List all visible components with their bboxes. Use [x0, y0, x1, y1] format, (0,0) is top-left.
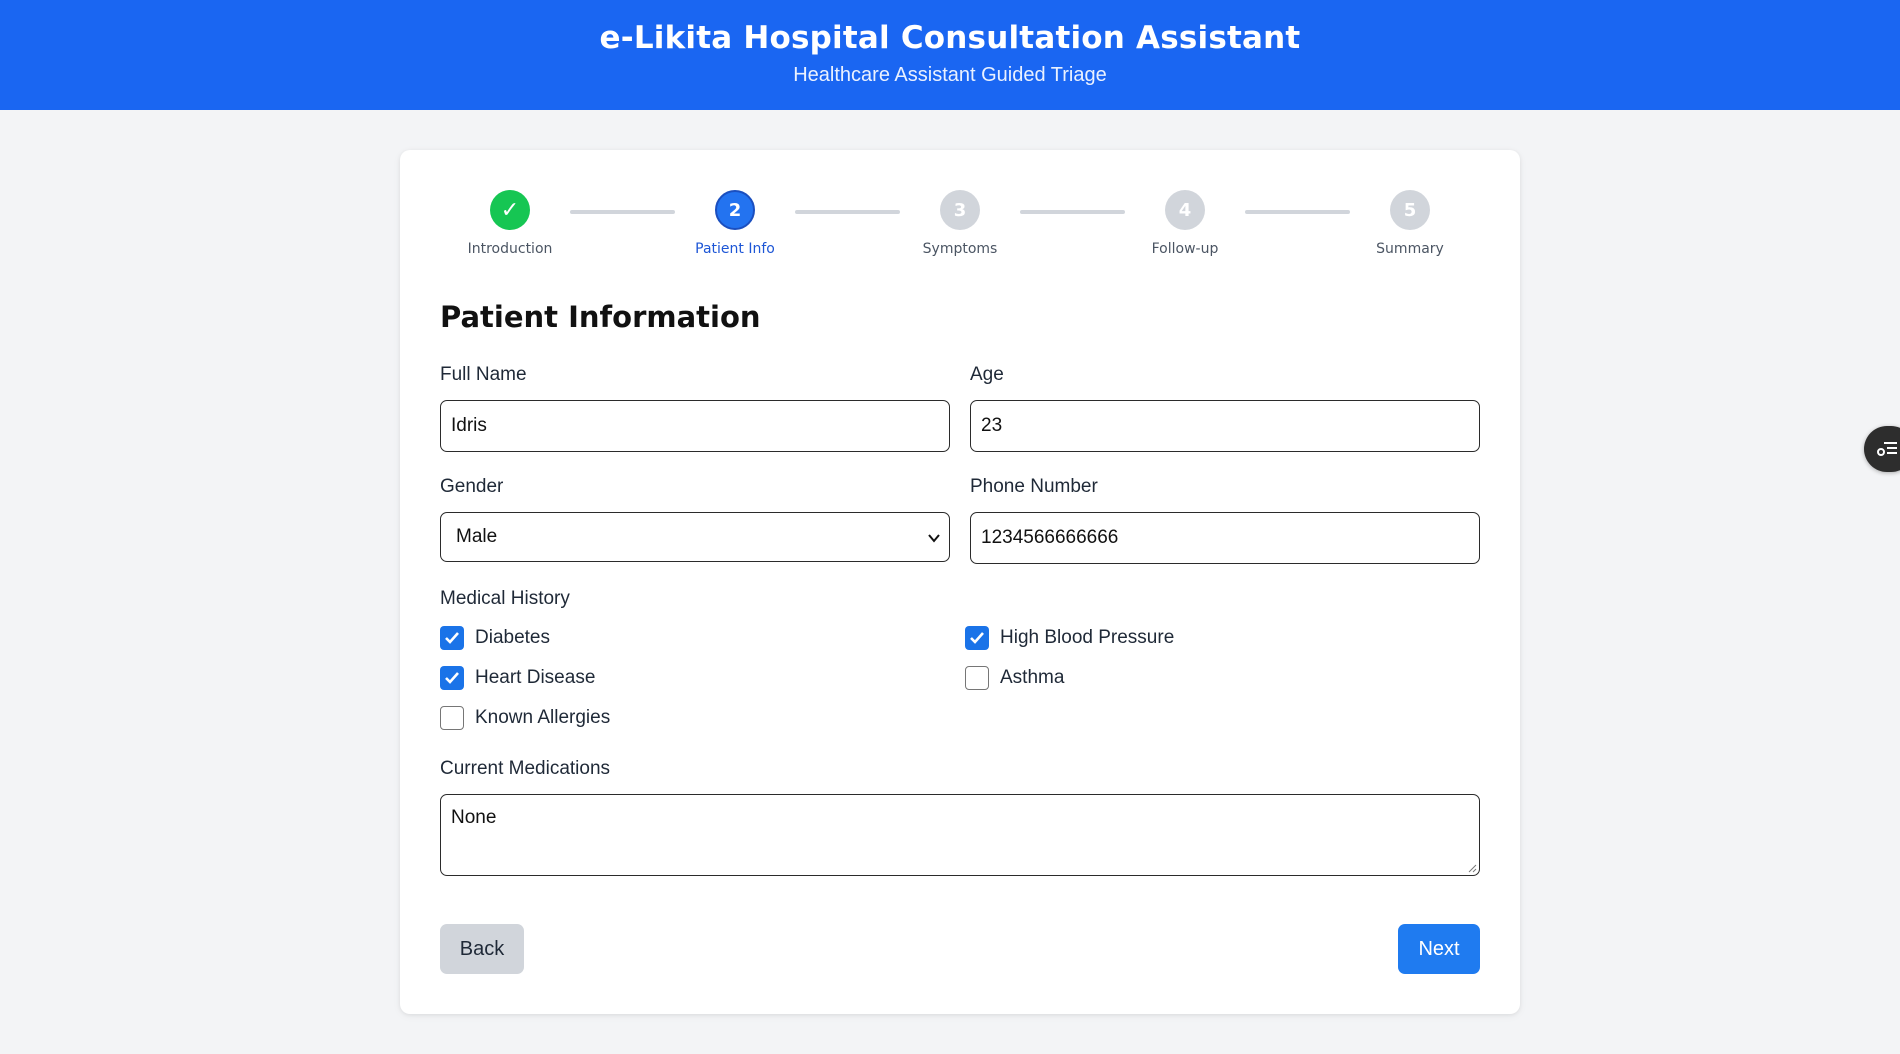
step-summary: 5 Summary	[1335, 190, 1485, 257]
age-value: 23	[981, 415, 1003, 436]
app-title: e-Likita Hospital Consultation Assistant	[599, 20, 1301, 56]
step-label: Patient Info	[695, 241, 775, 257]
step-number: 3	[940, 190, 980, 230]
medications-textarea[interactable]: None	[440, 794, 1480, 876]
checkbox-label: Heart Disease	[475, 667, 596, 688]
medications-label: Current Medications	[440, 758, 611, 779]
checkbox-label: Known Allergies	[475, 707, 611, 728]
checkbox-high-blood-pressure[interactable]: High Blood Pressure	[965, 626, 1174, 650]
checkbox-label: Asthma	[1000, 667, 1065, 688]
form-card: ✓ Introduction 2 Patient Info 3 Symptoms…	[400, 150, 1520, 1014]
checkbox-label: Diabetes	[475, 627, 550, 648]
app-subtitle: Healthcare Assistant Guided Triage	[793, 64, 1107, 86]
step-follow-up: 4 Follow-up	[1110, 190, 1260, 257]
checkbox-known-allergies[interactable]: Known Allergies	[440, 706, 610, 730]
phone-label: Phone Number	[970, 476, 1098, 497]
section-title: Patient Information	[440, 300, 761, 334]
step-label: Summary	[1376, 241, 1444, 257]
step-number: 4	[1165, 190, 1205, 230]
next-button[interactable]: Next	[1398, 924, 1480, 974]
gender-select[interactable]: Male	[440, 512, 950, 562]
gender-value: Male	[456, 526, 498, 547]
step-patient-info: 2 Patient Info	[660, 190, 810, 257]
checkbox-checked-icon[interactable]	[965, 626, 989, 650]
chevron-down-icon	[928, 534, 940, 543]
age-label: Age	[970, 364, 1004, 385]
step-label: Introduction	[467, 241, 553, 257]
full-name-label: Full Name	[440, 364, 527, 385]
step-introduction: ✓ Introduction	[435, 190, 585, 257]
back-button[interactable]: Back	[440, 924, 524, 974]
medications-value: None	[451, 807, 497, 828]
checkbox-diabetes[interactable]: Diabetes	[440, 626, 550, 650]
side-widget-button[interactable]	[1864, 426, 1900, 472]
full-name-value: Idris	[451, 415, 487, 436]
checkbox-asthma[interactable]: Asthma	[965, 666, 1064, 690]
step-label: Symptoms	[922, 241, 998, 257]
check-icon	[445, 672, 459, 684]
step-number: 2	[715, 190, 755, 230]
checkbox-checked-icon[interactable]	[440, 626, 464, 650]
phone-value: 1234566666666	[981, 527, 1119, 548]
checkbox-checked-icon[interactable]	[440, 666, 464, 690]
list-settings-icon	[1877, 442, 1897, 456]
checkbox-unchecked[interactable]	[440, 706, 464, 730]
step-complete-check-icon: ✓	[490, 190, 530, 230]
phone-input[interactable]: 1234566666666	[970, 512, 1480, 564]
gender-label: Gender	[440, 476, 504, 497]
age-input[interactable]: 23	[970, 400, 1480, 452]
step-label: Follow-up	[1151, 241, 1219, 257]
checkbox-unchecked[interactable]	[965, 666, 989, 690]
checkbox-label: High Blood Pressure	[1000, 627, 1175, 648]
check-icon	[445, 632, 459, 644]
step-number: 5	[1390, 190, 1430, 230]
app-header: e-Likita Hospital Consultation Assistant…	[0, 0, 1900, 110]
full-name-input[interactable]: Idris	[440, 400, 950, 452]
step-symptoms: 3 Symptoms	[885, 190, 1035, 257]
medical-history-label: Medical History	[440, 588, 570, 609]
check-icon	[970, 632, 984, 644]
resize-grip-icon[interactable]	[1467, 863, 1477, 873]
checkbox-heart-disease[interactable]: Heart Disease	[440, 666, 595, 690]
